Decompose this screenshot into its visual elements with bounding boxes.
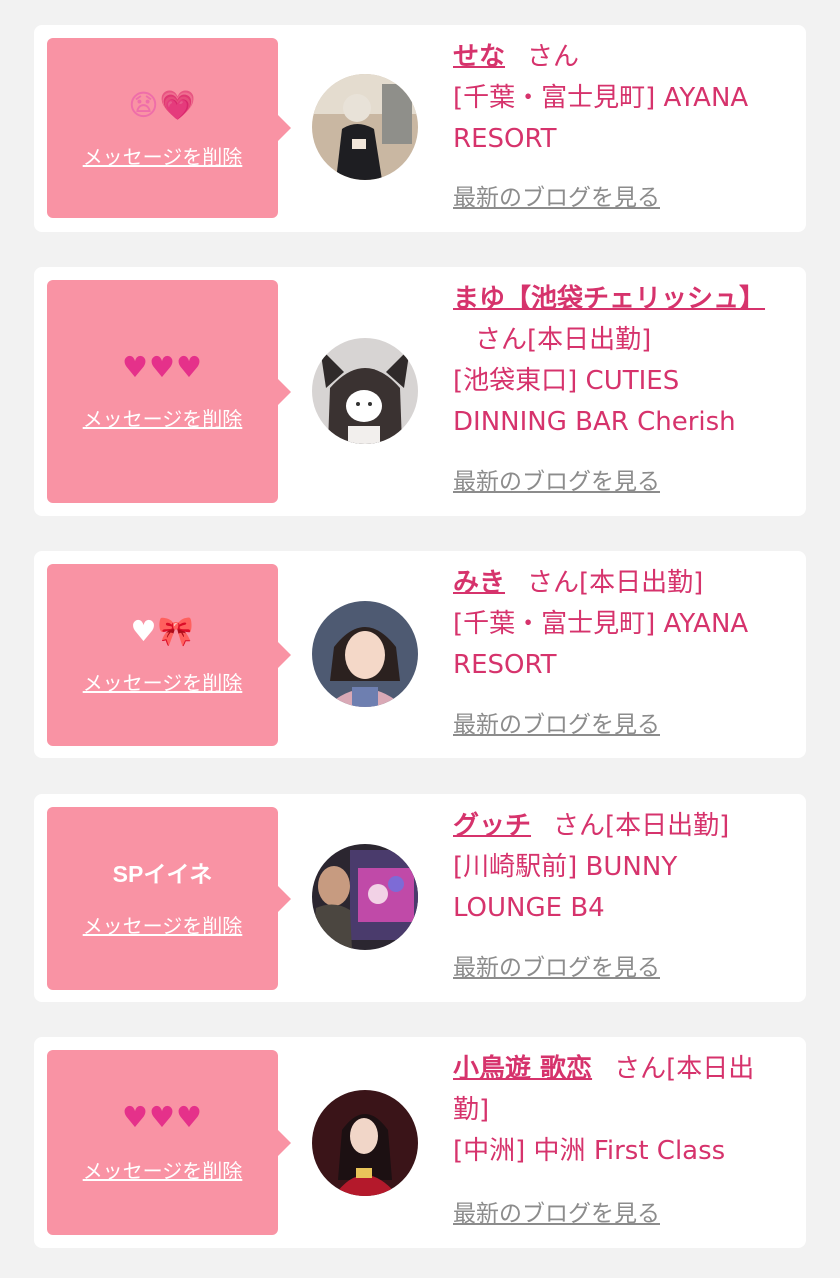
list-item: SPイイネ メッセージを削除 グッチ さん[本日出勤] [川崎駅前] BUNNY … xyxy=(34,794,806,1002)
name-suffix: さん xyxy=(527,42,580,72)
item-info: せな さん [千葉・富士見町] AYANA RESORT xyxy=(453,37,783,160)
sparkling-heart-icon: ♥ xyxy=(122,1100,149,1134)
message-bubble: ♥♥♥ メッセージを削除 xyxy=(47,1050,291,1235)
stamp-text: SPイイネ xyxy=(112,861,213,887)
item-info: みき さん[本日出勤] [千葉・富士見町] AYANA RESORT xyxy=(453,563,783,686)
avatar-photo xyxy=(312,74,418,180)
shop-name: [川崎駅前] BUNNY LOUNGE B4 xyxy=(453,852,678,923)
delete-message-link[interactable]: メッセージを削除 xyxy=(47,670,278,696)
message-bubble: ♥♥♥ メッセージを削除 xyxy=(47,280,291,503)
delete-message-link[interactable]: メッセージを削除 xyxy=(47,406,278,432)
avatar-photo xyxy=(312,844,418,950)
cast-name-link[interactable]: せな xyxy=(453,42,505,72)
avatar[interactable] xyxy=(312,1090,418,1196)
pink-heart-icon: ♥ xyxy=(122,350,149,384)
sparkling-heart-icon: ♥ xyxy=(176,1100,203,1134)
white-heart-icon: ♥ xyxy=(130,614,158,648)
message-bubble: SPイイネ メッセージを削除 xyxy=(47,807,291,990)
item-info: 小鳥遊 歌恋 さん[本日出勤] [中洲] 中洲 First Class xyxy=(453,1049,783,1172)
pink-heart-icon: ♥ xyxy=(149,350,176,384)
message-bubble: ♥🎀 メッセージを削除 xyxy=(47,564,291,746)
latest-blog-link[interactable]: 最新のブログを見る xyxy=(453,710,660,740)
shop-name: [千葉・富士見町] AYANA RESORT xyxy=(453,609,749,680)
avatar-photo xyxy=(312,1090,418,1196)
list-item: ♥♥♥ メッセージを削除 まゆ【池袋チェリッシュ】さん[本日出勤] [池袋東口]… xyxy=(34,267,806,516)
latest-blog-link[interactable]: 最新のブログを見る xyxy=(453,183,660,213)
avatar[interactable] xyxy=(312,74,418,180)
cast-name-link[interactable]: まゆ【池袋チェリッシュ】 xyxy=(453,284,765,314)
name-suffix: さん[本日出勤] xyxy=(475,325,652,355)
name-suffix: さん[本日出勤] xyxy=(527,568,704,598)
avatar-photo xyxy=(312,601,418,707)
message-list: 😧💗 メッセージを削除 せな さん [千葉・富士見町] AYANA RESORT … xyxy=(0,0,840,1278)
shop-name: [中洲] 中洲 First Class xyxy=(453,1136,726,1166)
pink-heart-icon: ♥ xyxy=(176,350,203,384)
stamp-emojis: 😧💗 xyxy=(47,88,278,122)
latest-blog-link[interactable]: 最新のブログを見る xyxy=(453,1199,660,1229)
delete-message-link[interactable]: メッセージを削除 xyxy=(47,144,278,170)
list-item: ♥🎀 メッセージを削除 みき さん[本日出勤] [千葉・富士見町] AYANA R… xyxy=(34,551,806,758)
sneezing-face-icon: 😧 xyxy=(128,88,160,122)
stamp-emojis: ♥♥♥ xyxy=(47,350,278,384)
avatar[interactable] xyxy=(312,844,418,950)
delete-message-link[interactable]: メッセージを削除 xyxy=(47,1158,278,1184)
list-item: 😧💗 メッセージを削除 せな さん [千葉・富士見町] AYANA RESORT … xyxy=(34,25,806,232)
avatar[interactable] xyxy=(312,601,418,707)
name-suffix: さん[本日出勤] xyxy=(553,811,730,841)
delete-message-link[interactable]: メッセージを削除 xyxy=(47,913,278,939)
growing-heart-icon: 💗 xyxy=(159,88,197,122)
cast-name-link[interactable]: 小鳥遊 歌恋 xyxy=(453,1054,592,1084)
item-info: まゆ【池袋チェリッシュ】さん[本日出勤] [池袋東口] CUTIES DINNI… xyxy=(453,279,783,443)
shop-name: [千葉・富士見町] AYANA RESORT xyxy=(453,83,749,154)
sparkling-heart-icon: ♥ xyxy=(149,1100,176,1134)
stamp-emojis: ♥♥♥ xyxy=(47,1100,278,1134)
list-item: ♥♥♥ メッセージを削除 小鳥遊 歌恋 さん[本日出勤] [中洲] 中洲 Firs… xyxy=(34,1037,806,1248)
stamp-emojis: ♥🎀 xyxy=(47,614,278,648)
latest-blog-link[interactable]: 最新のブログを見る xyxy=(453,953,660,983)
latest-blog-link[interactable]: 最新のブログを見る xyxy=(453,467,660,497)
cast-name-link[interactable]: みき xyxy=(453,568,505,598)
avatar-photo xyxy=(312,338,418,444)
avatar[interactable] xyxy=(312,338,418,444)
ribbon-icon: 🎀 xyxy=(157,614,195,648)
shop-name: [池袋東口] CUTIES DINNING BAR Cherish xyxy=(453,366,736,437)
item-info: グッチ さん[本日出勤] [川崎駅前] BUNNY LOUNGE B4 xyxy=(453,806,783,929)
cast-name-link[interactable]: グッチ xyxy=(453,811,531,841)
message-bubble: 😧💗 メッセージを削除 xyxy=(47,38,291,218)
